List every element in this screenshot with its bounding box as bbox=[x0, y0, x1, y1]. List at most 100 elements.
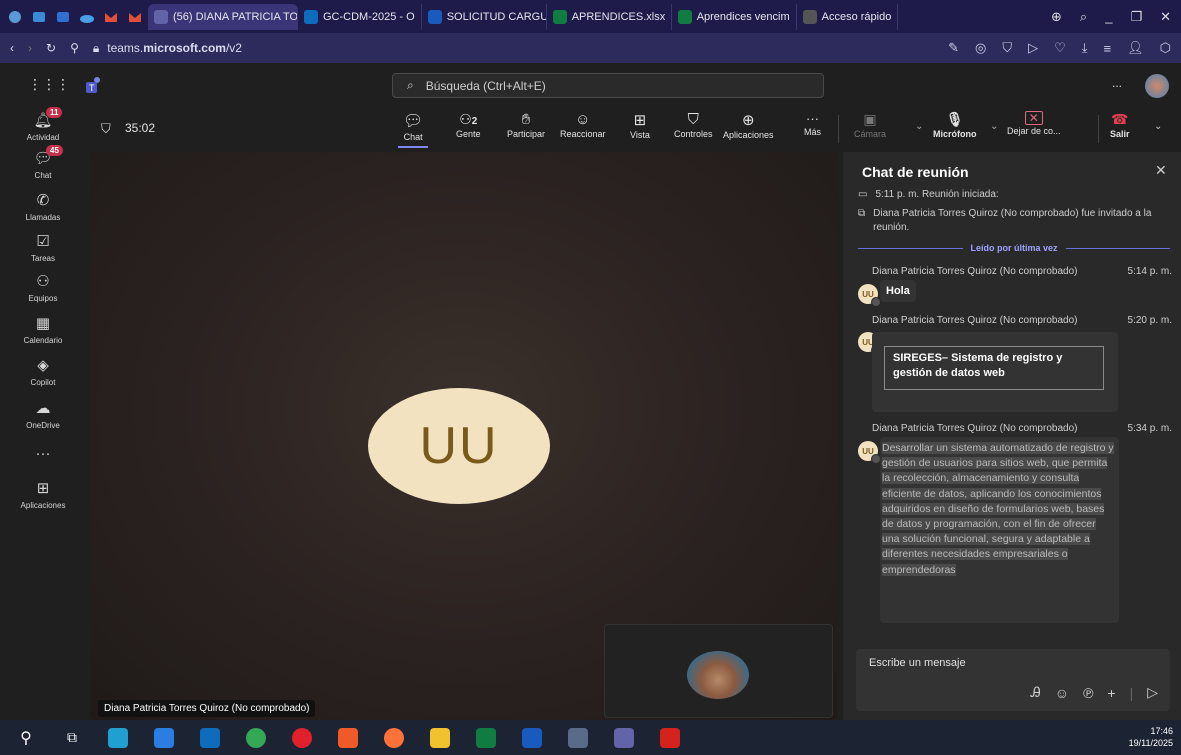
send-icon[interactable]: ▷ bbox=[1147, 684, 1158, 701]
self-video-thumbnail bbox=[687, 651, 749, 699]
raise-hand-button[interactable]: ✋︎ Participar bbox=[507, 111, 545, 139]
app-launcher-icon[interactable]: ⋮⋮⋮ bbox=[28, 76, 70, 93]
smile-icon: ☺ bbox=[575, 111, 591, 128]
onedrive-icon[interactable] bbox=[76, 6, 98, 28]
edit-icon[interactable]: ✎ bbox=[948, 40, 959, 56]
workspace-icon[interactable] bbox=[28, 6, 50, 28]
browser-tab[interactable]: SOLICITUD CARGU bbox=[422, 3, 547, 30]
gmail-icon[interactable] bbox=[124, 6, 146, 28]
search-input[interactable]: ⌕ Búsqueda (Ctrl+Alt+E) bbox=[392, 73, 824, 98]
excel-icon[interactable] bbox=[476, 727, 496, 748]
chat-tool-button[interactable]: 💬︎ Chat bbox=[398, 111, 429, 148]
leave-options-chevron-icon[interactable]: ⌄ bbox=[1154, 121, 1162, 132]
view-button[interactable]: ⊞ Vista bbox=[630, 111, 650, 140]
user-avatar[interactable] bbox=[1145, 74, 1169, 98]
more-button[interactable]: ··· Más bbox=[804, 111, 821, 137]
edge-icon[interactable] bbox=[108, 727, 128, 748]
more-icon: ··· bbox=[35, 445, 51, 462]
message-composer[interactable]: Escribe un mensaje Ꭿ ☺ ℗ + | ▷ bbox=[856, 649, 1170, 711]
more-options-icon[interactable]: ... bbox=[1112, 76, 1122, 90]
tab-favicon-icon bbox=[677, 9, 692, 24]
close-window-icon[interactable]: ✕ bbox=[1160, 9, 1171, 25]
camera-options-chevron-icon[interactable]: ⌄ bbox=[915, 121, 923, 132]
apps-button[interactable]: ⊕ Aplicaciones bbox=[723, 111, 774, 140]
store-icon[interactable] bbox=[154, 727, 174, 748]
rail-item-onedrive[interactable]: ☁︎ OneDrive bbox=[0, 399, 86, 430]
microphone-button[interactable]: 🎙︎ Micrófono bbox=[933, 111, 977, 139]
gmail-icon[interactable] bbox=[100, 6, 122, 28]
site-info-icon[interactable]: ⚲ bbox=[70, 41, 79, 55]
browser-tab[interactable]: Aprendices vencim bbox=[672, 3, 797, 30]
browser-tab[interactable]: Acceso rápido bbox=[797, 3, 899, 30]
back-icon[interactable]: ‹ bbox=[10, 41, 14, 55]
system-clock[interactable]: 17:46 19/11/2025 bbox=[1129, 725, 1173, 749]
loop-icon[interactable]: ℗ bbox=[1083, 685, 1093, 701]
meeting-timer: 35:02 bbox=[125, 121, 156, 135]
rail-item-llamadas[interactable]: ✆ Llamadas bbox=[0, 191, 86, 222]
self-view-tile[interactable] bbox=[604, 624, 833, 718]
browser-logo-icon[interactable] bbox=[4, 6, 26, 28]
screenshot-icon[interactable]: ◎ bbox=[975, 40, 986, 56]
tab-favicon-icon bbox=[552, 9, 567, 24]
emoji-icon[interactable]: ☺ bbox=[1055, 685, 1069, 701]
rail-item-copilot[interactable]: ◈ Copilot bbox=[0, 356, 86, 387]
teams-icon[interactable] bbox=[614, 727, 634, 748]
copilot-icon: ◈ bbox=[37, 357, 49, 374]
attach-plus-icon[interactable]: + bbox=[1107, 685, 1115, 701]
people-tool-button[interactable]: ⚇2 Gente bbox=[456, 111, 481, 139]
restore-icon[interactable]: ❐ bbox=[1130, 9, 1142, 25]
download-icon[interactable]: ⤓ bbox=[1082, 40, 1088, 56]
menu-icon[interactable]: ≡ bbox=[1104, 41, 1112, 56]
shield-icon[interactable]: ⛉ bbox=[1002, 40, 1012, 56]
firefox-icon[interactable] bbox=[384, 727, 404, 748]
browser-tab[interactable]: (56) DIANA PATRICIA TORI bbox=[148, 3, 298, 30]
rail-item-aplicaciones[interactable]: ⊞ Aplicaciones bbox=[0, 479, 86, 510]
browser-tab-bar: (56) DIANA PATRICIA TORI GC-CDM-2025 - OS… bbox=[0, 0, 1181, 33]
sender-avatar[interactable]: UU bbox=[858, 441, 881, 464]
explorer-icon[interactable] bbox=[430, 727, 450, 748]
rail-item-actividad[interactable]: 🔔︎ Actividad 11 bbox=[0, 107, 86, 142]
minimize-icon[interactable]: _ bbox=[1105, 9, 1112, 24]
left-rail: 🔔︎ Actividad 11 💬︎ Chat 45 ✆ Llamadas ☑ Tareas ⚇ Eq… bbox=[0, 107, 86, 720]
url-field[interactable]: 🔒︎ teams. microsoft.com/v2 bbox=[93, 41, 242, 56]
profile-icon[interactable]: 👤︎ bbox=[1127, 40, 1144, 56]
brave-icon[interactable] bbox=[338, 727, 358, 748]
rail-item-equipos[interactable]: ⚇ Equipos bbox=[0, 272, 86, 303]
outlook-icon[interactable] bbox=[200, 727, 220, 748]
new-tab-icon[interactable]: ⊕ bbox=[1051, 9, 1062, 25]
extension-icon[interactable]: ⬡ bbox=[1160, 40, 1171, 56]
browser-tab[interactable]: APRENDICES.xlsx bbox=[547, 3, 672, 30]
reload-icon[interactable]: ↻ bbox=[46, 41, 56, 55]
rail-item-chat[interactable]: 💬︎ Chat 45 bbox=[0, 145, 86, 180]
chrome-icon[interactable] bbox=[246, 727, 266, 748]
play-icon[interactable]: ▷ bbox=[1028, 40, 1038, 56]
camera-button[interactable]: ▣ Cámara bbox=[854, 111, 886, 139]
chat-icon: 💬︎ bbox=[403, 113, 424, 130]
message-bubble[interactable]: SIREGES– Sistema de registro y gestión d… bbox=[872, 332, 1118, 412]
mic-options-chevron-icon[interactable]: ⌄ bbox=[990, 121, 998, 132]
close-icon[interactable]: ✕ bbox=[1155, 162, 1167, 179]
sender-avatar[interactable]: UU bbox=[858, 284, 881, 307]
controls-button[interactable]: ⛉ Controles bbox=[674, 111, 713, 139]
message-bubble[interactable]: Desarrollar un sistema automatizado de r… bbox=[880, 437, 1119, 623]
rail-item-[interactable]: ··· bbox=[0, 445, 86, 465]
browser-tab[interactable]: GC-CDM-2025 - O bbox=[298, 3, 422, 30]
rail-item-tareas[interactable]: ☑ Tareas bbox=[0, 232, 86, 263]
pinned-tab-icon[interactable] bbox=[52, 6, 74, 28]
react-button[interactable]: ☺ Reaccionar bbox=[560, 111, 606, 139]
heart-icon[interactable]: ♡ bbox=[1054, 40, 1066, 56]
rail-item-calendario[interactable]: ▦ Calendario bbox=[0, 314, 86, 345]
acrobat-icon[interactable] bbox=[660, 727, 680, 748]
forward-icon[interactable]: › bbox=[28, 41, 32, 55]
word-icon[interactable] bbox=[522, 727, 542, 748]
opera-icon[interactable] bbox=[292, 727, 312, 748]
calculator-icon[interactable] bbox=[568, 727, 588, 748]
task-view-icon[interactable]: ⧉ bbox=[62, 728, 82, 748]
stop-sharing-button[interactable]: ✕ Dejar de co... bbox=[1007, 111, 1061, 136]
leave-button[interactable]: ☎︎ Salir bbox=[1110, 111, 1130, 139]
message-bubble[interactable]: Hola bbox=[880, 280, 916, 302]
search-icon[interactable]: ⚲ bbox=[16, 728, 36, 748]
format-icon[interactable]: Ꭿ bbox=[1031, 684, 1041, 701]
message-input[interactable]: Escribe un mensaje bbox=[869, 657, 966, 669]
search-tabs-icon[interactable]: ⌕ bbox=[1080, 9, 1087, 25]
